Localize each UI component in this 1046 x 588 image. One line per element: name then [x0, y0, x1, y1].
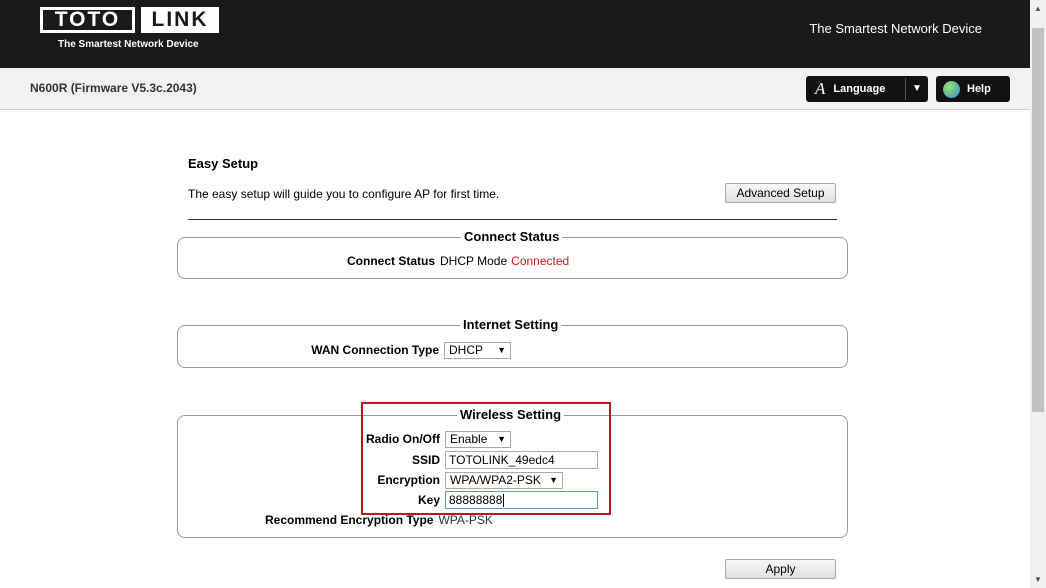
chevron-down-icon[interactable]: ▼ — [912, 83, 922, 94]
divider — [188, 219, 837, 220]
logo-toto-text: TOTO — [40, 7, 135, 33]
key-value: 88888888 — [449, 493, 503, 507]
recommend-row: Recommend Encryption Type WPA-PSK — [265, 511, 493, 529]
ssid-label: SSID — [411, 453, 440, 467]
radio-label: Radio On/Off — [366, 432, 440, 446]
radio-value: Enable — [450, 432, 488, 446]
scrollbar-thumb[interactable] — [1032, 28, 1044, 412]
sub-header: N600R (Firmware V5.3c.2043) A Language ▼… — [0, 68, 1030, 110]
help-label: Help — [967, 83, 991, 95]
wan-type-value: DHCP — [449, 343, 484, 357]
radio-row: Radio On/Off Enable ▼ — [363, 430, 511, 448]
text-cursor — [503, 493, 505, 507]
connect-status-legend: Connect Status — [461, 229, 563, 244]
scroll-up-icon[interactable]: ▲ — [1034, 4, 1042, 13]
scrollbar[interactable]: ▲ ▼ — [1030, 0, 1046, 588]
page-description: The easy setup will guide you to configu… — [188, 187, 500, 201]
wan-type-row: WAN Connection Type DHCP ▼ — [308, 341, 511, 359]
help-button[interactable]: Help — [936, 76, 1010, 102]
chevron-down-icon: ▼ — [549, 475, 558, 485]
language-icon: A — [815, 79, 826, 98]
connect-state-value: Connected — [511, 254, 570, 268]
encryption-row: Encryption WPA/WPA2-PSK ▼ — [363, 471, 563, 489]
connect-status-label: Connect Status — [347, 254, 436, 268]
key-input[interactable]: 88888888 — [445, 491, 598, 509]
help-globe-icon — [943, 80, 960, 98]
totolink-logo[interactable]: TOTO LINK The Smartest Network Device — [40, 7, 226, 50]
internet-setting-fieldset: Internet Setting — [177, 317, 848, 368]
connect-status-row: Connect Status DHCP Mode Connected — [347, 252, 569, 270]
advanced-setup-button[interactable]: Advanced Setup — [725, 183, 836, 203]
encryption-value: WPA/WPA2-PSK — [450, 473, 541, 487]
apply-button[interactable]: Apply — [725, 559, 836, 579]
wan-type-label: WAN Connection Type — [311, 343, 439, 357]
key-label: Key — [417, 493, 440, 507]
encryption-label: Encryption — [377, 473, 440, 487]
ssid-value: TOTOLINK_49edc4 — [449, 453, 555, 467]
logo-tagline: The Smartest Network Device — [58, 39, 199, 50]
logo-link-text: LINK — [141, 7, 219, 33]
encryption-select[interactable]: WPA/WPA2-PSK ▼ — [445, 471, 563, 489]
language-divider — [905, 78, 906, 100]
model-firmware-label: N600R (Firmware V5.3c.2043) — [30, 81, 197, 95]
recommend-label: Recommend Encryption Type — [265, 513, 434, 527]
language-button[interactable]: A Language ▼ — [806, 76, 928, 102]
scroll-down-icon[interactable]: ▼ — [1034, 575, 1042, 584]
language-label: Language — [833, 83, 886, 95]
wan-type-select[interactable]: DHCP ▼ — [444, 341, 511, 359]
connect-mode-value: DHCP Mode — [440, 254, 508, 268]
logo-wordmark: TOTO LINK — [40, 7, 226, 33]
page-title: Easy Setup — [188, 156, 259, 171]
header-tagline: The Smartest Network Device — [809, 21, 982, 36]
ssid-row: SSID TOTOLINK_49edc4 — [363, 451, 598, 469]
radio-select[interactable]: Enable ▼ — [445, 430, 511, 448]
internet-setting-legend: Internet Setting — [460, 317, 562, 332]
chevron-down-icon: ▼ — [497, 434, 506, 444]
top-header: TOTO LINK The Smartest Network Device Th… — [0, 0, 1030, 68]
key-row: Key 88888888 — [363, 491, 598, 509]
recommend-value: WPA-PSK — [438, 513, 493, 527]
chevron-down-icon: ▼ — [497, 345, 506, 355]
ssid-input[interactable]: TOTOLINK_49edc4 — [445, 451, 598, 469]
